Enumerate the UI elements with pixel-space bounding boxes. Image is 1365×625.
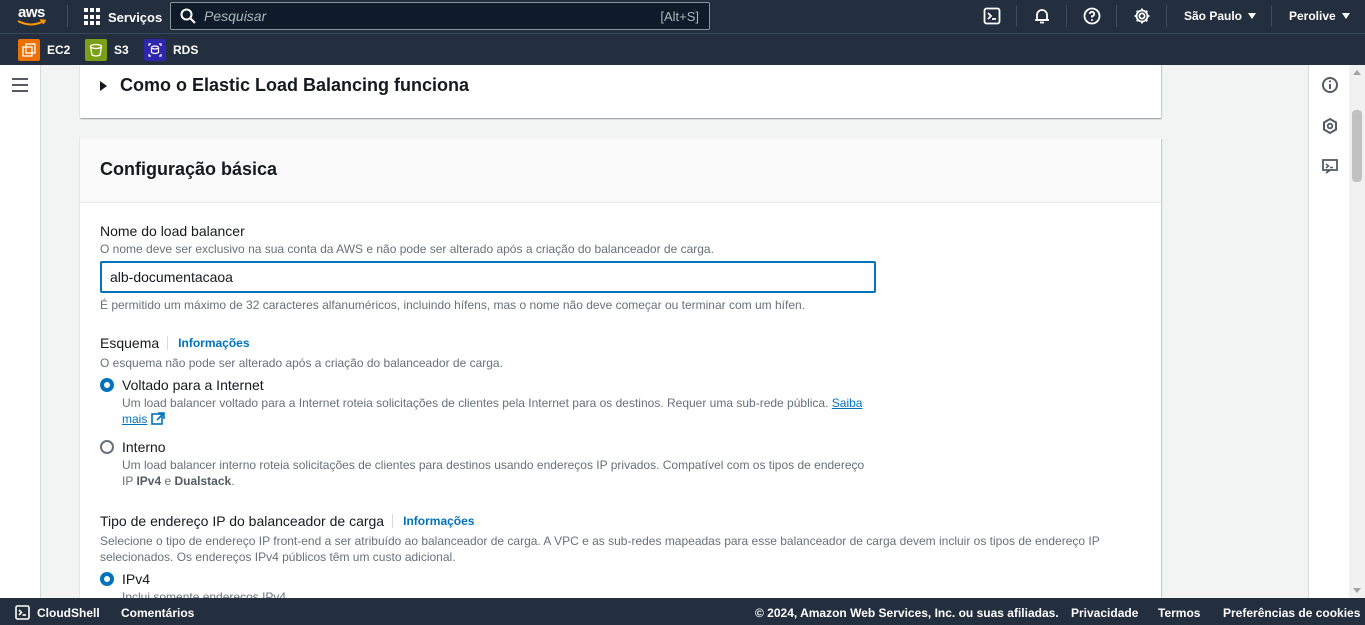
- page-scrollbar[interactable]: [1349, 65, 1365, 598]
- aws-logo[interactable]: aws: [16, 4, 50, 28]
- option-title: Interno: [122, 439, 166, 455]
- option-description-line: Um load balancer interno roteia solicita…: [122, 458, 865, 472]
- settings-gear-icon[interactable]: [1132, 6, 1152, 26]
- region-label: São Paulo: [1184, 9, 1243, 23]
- learn-more-text: Saiba: [831, 396, 863, 410]
- favorite-rds[interactable]: RDS: [144, 39, 198, 61]
- favorite-label: S3: [114, 43, 129, 57]
- ip-type-option-ipv4[interactable]: IPv4 Inclui somente endereços IPv4.: [100, 570, 289, 598]
- hamburger-menu-icon[interactable]: [12, 78, 28, 92]
- services-menu-button[interactable]: Serviços: [84, 8, 162, 26]
- cloudshell-label: CloudShell: [37, 605, 100, 620]
- option-description-text: Um load balancer voltado para a Internet…: [122, 396, 829, 410]
- info-icon[interactable]: [1320, 75, 1340, 95]
- divider: [67, 5, 68, 27]
- ip-type-description-line: selecionados. Os endereços IPv4 públicos…: [100, 550, 456, 564]
- desc-text: IP: [122, 474, 137, 488]
- favorite-label: EC2: [47, 43, 71, 57]
- rds-database-icon: [144, 39, 166, 61]
- favorite-s3[interactable]: S3: [85, 39, 129, 61]
- favorite-label: RDS: [173, 43, 199, 57]
- desc-text: e: [161, 474, 175, 488]
- terms-link[interactable]: Termos: [1158, 606, 1200, 620]
- cookie-preferences-link[interactable]: Preferências de cookies: [1223, 606, 1360, 620]
- basic-config-header: Configuração básica: [80, 138, 1161, 203]
- cloudshell-button[interactable]: CloudShell: [15, 605, 100, 620]
- learn-more-text: mais: [122, 412, 148, 426]
- top-navigation: aws Serviços [Alt+S] São Paulo Perolive: [0, 0, 1365, 33]
- feedback-icon[interactable]: [1320, 157, 1340, 177]
- desc-bold: Dualstack: [174, 474, 232, 488]
- right-tools-rail: [1308, 65, 1349, 598]
- option-title: Voltado para a Internet: [122, 377, 264, 393]
- account-label: Perolive: [1289, 9, 1336, 23]
- services-label: Serviços: [108, 9, 163, 25]
- notifications-bell-icon[interactable]: [1032, 6, 1052, 26]
- lb-name-constraint: É permitido um máximo de 32 caracteres a…: [100, 298, 805, 312]
- caret-down-icon: [1248, 13, 1257, 19]
- divider: [1116, 5, 1117, 27]
- search-shortcut: [Alt+S]: [660, 8, 699, 24]
- ec2-icon: [18, 39, 40, 61]
- option-description-line: IP IPv4 e Dualstack.: [122, 473, 864, 489]
- left-navigation-rail: [0, 65, 41, 598]
- region-selector[interactable]: São Paulo: [1184, 9, 1257, 23]
- scheme-label: Esquema: [100, 335, 160, 351]
- how-it-works-panel: Como o Elastic Load Balancing funciona: [80, 65, 1161, 118]
- copyright-text: © 2024, Amazon Web Services, Inc. ou sua…: [755, 606, 1059, 620]
- ip-type-label-row: Tipo de endereço IP do balanceador de ca…: [100, 513, 474, 529]
- scheme-description: O esquema não pode ser alterado após a c…: [100, 356, 503, 370]
- scroll-up-arrow-icon[interactable]: [1353, 70, 1361, 75]
- lb-name-label: Nome do load balancer: [100, 223, 245, 239]
- main-content: Como o Elastic Load Balancing funciona C…: [41, 65, 1308, 598]
- radio-button-checked[interactable]: [100, 572, 114, 586]
- scrollbar-thumb[interactable]: [1352, 110, 1362, 182]
- account-menu[interactable]: Perolive: [1289, 9, 1350, 23]
- basic-config-title: Configuração básica: [100, 159, 278, 179]
- search-icon: [180, 8, 196, 24]
- scheme-option-internal[interactable]: Interno Um load balancer interno roteia …: [100, 438, 864, 489]
- divider: [1166, 5, 1167, 27]
- scheme-info-link[interactable]: Informações: [167, 336, 250, 350]
- option-description: Um load balancer interno roteia solicita…: [122, 457, 864, 489]
- privacy-link[interactable]: Privacidade: [1071, 606, 1138, 620]
- lb-name-input[interactable]: [100, 261, 876, 293]
- option-description: Um load balancer voltado para a Internet…: [122, 395, 882, 427]
- search-box[interactable]: [Alt+S]: [170, 2, 710, 30]
- cloudshell-icon: [15, 605, 30, 620]
- grid-icon: [84, 8, 102, 26]
- scheme-option-internet-facing[interactable]: Voltado para a Internet Um load balancer…: [100, 376, 882, 427]
- footer: CloudShell Comentários © 2024, Amazon We…: [0, 598, 1365, 625]
- ip-type-description: Selecione o tipo de endereço IP front-en…: [100, 533, 1130, 565]
- option-title: IPv4: [122, 571, 151, 587]
- favorite-ec2[interactable]: EC2: [18, 39, 70, 61]
- radio-button-unchecked[interactable]: [100, 440, 114, 454]
- basic-config-panel: Configuração básica Nome do load balance…: [80, 138, 1161, 598]
- scroll-down-arrow-icon[interactable]: [1353, 588, 1361, 593]
- ip-type-info-link[interactable]: Informações: [392, 514, 474, 528]
- search-input[interactable]: [204, 8, 661, 24]
- radio-button-checked[interactable]: [100, 378, 114, 392]
- ip-type-label: Tipo de endereço IP do balanceador de ca…: [100, 513, 385, 529]
- cloudshell-icon[interactable]: [982, 6, 1002, 26]
- how-it-works-expander[interactable]: Como o Elastic Load Balancing funciona: [100, 75, 469, 96]
- external-link-icon: [150, 412, 165, 425]
- divider: [1066, 5, 1067, 27]
- caret-right-icon: [100, 80, 107, 91]
- favorites-bar: EC2 S3 RDS: [0, 33, 1365, 65]
- lb-name-description: O nome deve ser exclusivo na sua conta d…: [100, 242, 714, 256]
- desc-text: .: [231, 474, 235, 488]
- comments-link[interactable]: Comentários: [121, 606, 194, 620]
- option-description: Inclui somente endereços IPv4.: [122, 590, 290, 598]
- divider: [1271, 5, 1272, 27]
- scheme-label-row: Esquema Informações: [100, 335, 250, 351]
- help-icon[interactable]: [1082, 6, 1102, 26]
- desc-bold: IPv4: [136, 474, 162, 488]
- divider: [1016, 5, 1017, 27]
- ip-type-description-line: Selecione o tipo de endereço IP front-en…: [100, 534, 1100, 548]
- s3-bucket-icon: [85, 39, 107, 61]
- caret-down-icon: [1341, 13, 1350, 19]
- how-it-works-title: Como o Elastic Load Balancing funciona: [120, 75, 470, 95]
- amazon-q-icon[interactable]: [1320, 116, 1340, 136]
